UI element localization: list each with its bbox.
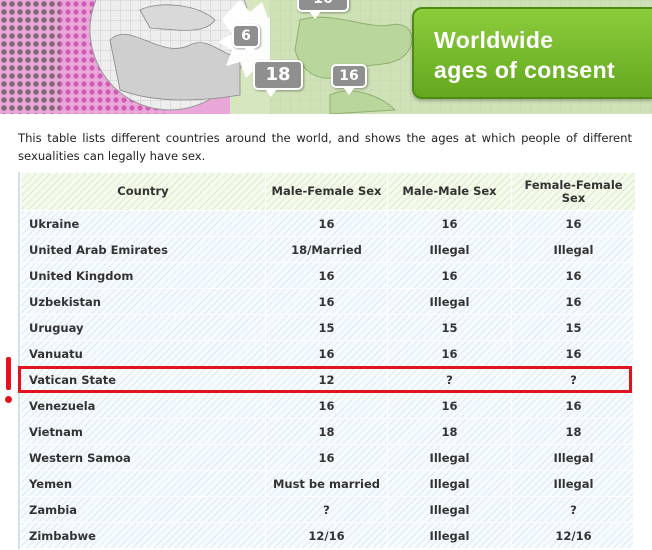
cell-male-female: 16: [265, 262, 388, 289]
cell-male-female: 16: [265, 444, 388, 471]
cell-male-female: 16: [265, 392, 388, 419]
table-row: Ukraine 16 16 16: [20, 210, 636, 237]
cell-male-female: ?: [265, 496, 388, 523]
header-male-female: Male-Female Sex: [265, 172, 388, 211]
table-row: Western Samoa 16 Illegal Illegal: [20, 444, 636, 471]
cell-male-female: 16: [265, 210, 388, 237]
cell-male-male: ?: [387, 366, 512, 393]
table-row-highlighted: Vatican State 12??: [20, 366, 636, 393]
cell-male-male: 16: [387, 392, 512, 419]
cell-female-female: ?: [511, 496, 636, 523]
cell-female-female: Illegal: [511, 236, 636, 263]
cell-male-female: 12: [265, 366, 388, 393]
cell-female-female: 16: [511, 392, 636, 419]
cell-country: Western Samoa: [20, 444, 266, 471]
intro-text: This table lists different countries aro…: [18, 131, 632, 163]
cell-male-male: Illegal: [387, 444, 512, 471]
cell-country: Uruguay: [20, 314, 266, 341]
cell-country: United Arab Emirates: [20, 236, 266, 263]
cell-country: Uzbekistan: [20, 288, 266, 315]
cell-male-male: 16: [387, 340, 512, 367]
table-row: United Arab Emirates 18/Married Illegal Ill…: [20, 236, 636, 263]
cell-female-female: 18: [511, 418, 636, 445]
table-row: Zimbabwe 12/16 Illegal 12/16: [20, 522, 636, 549]
age-bubble-18: 18: [253, 60, 303, 97]
cell-male-male: 15: [387, 314, 512, 341]
cell-male-male: 18: [387, 418, 512, 445]
table-row: Uzbekistan 16 Illegal 16: [20, 288, 636, 315]
consent-table-container: Country Male-Female Sex Male-Male Sex Fe…: [18, 172, 636, 549]
cell-male-male: Illegal: [387, 236, 512, 263]
table-row: Vietnam 18 18 18: [20, 418, 636, 445]
table-row: Yemen Must be married Illegal Illegal: [20, 470, 636, 497]
cell-country: Ukraine: [20, 210, 266, 237]
cell-male-male: Illegal: [387, 470, 512, 497]
table-header-row: Country Male-Female Sex Male-Male Sex Fe…: [20, 172, 636, 211]
table-row: United Kingdom 16 16 16: [20, 262, 636, 289]
cell-country: Zambia: [20, 496, 266, 523]
banner-title-line1: Worldwide: [434, 27, 554, 53]
banner-title-line2: ages of consent: [434, 57, 616, 83]
header-male-male: Male-Male Sex: [387, 172, 512, 211]
cell-country: Yemen: [20, 470, 266, 497]
cell-female-female: ?: [511, 366, 636, 393]
cell-male-female: 16: [265, 340, 388, 367]
cell-male-female: Must be married: [265, 470, 388, 497]
table-row: Uruguay 15 15 15: [20, 314, 636, 341]
age-bubble-6: 6: [232, 24, 260, 55]
cell-female-female: Illegal: [511, 444, 636, 471]
age-bubble-top: 16: [297, 0, 349, 19]
banner-title: Worldwide ages of consent: [412, 7, 652, 99]
exclamation-icon: [4, 357, 14, 409]
exclamation-dot: [5, 396, 12, 403]
cell-male-female: 18: [265, 418, 388, 445]
cell-female-female: 16: [511, 340, 636, 367]
header-country: Country: [20, 172, 266, 211]
cell-country: Zimbabwe: [20, 522, 266, 549]
cell-male-male: 16: [387, 262, 512, 289]
consent-table: Country Male-Female Sex Male-Male Sex Fe…: [20, 172, 636, 549]
exclamation-bar: [6, 357, 11, 390]
cell-male-female: 16: [265, 288, 388, 315]
cell-female-female: 12/16: [511, 522, 636, 549]
cell-male-male: Illegal: [387, 496, 512, 523]
cell-male-male: Illegal: [387, 288, 512, 315]
table-row: Zambia? Illegal?: [20, 496, 636, 523]
cell-country: United Kingdom: [20, 262, 266, 289]
cell-female-female: 15: [511, 314, 636, 341]
cell-male-female: 18/Married: [265, 236, 388, 263]
cell-country: Vanuatu: [20, 340, 266, 367]
header-banner: 16 6 18 16 Worldwide ages of consent: [0, 0, 652, 114]
cell-female-female: 16: [511, 262, 636, 289]
table-row: Vanuatu 16 16 16: [20, 340, 636, 367]
cell-female-female: Illegal: [511, 470, 636, 497]
cell-male-male: Illegal: [387, 522, 512, 549]
cell-male-female: 15: [265, 314, 388, 341]
header-female-female: Female-Female Sex: [511, 172, 636, 211]
cell-female-female: 16: [511, 210, 636, 237]
cell-country: Vietnam: [20, 418, 266, 445]
cell-country: Vatican State: [20, 366, 266, 393]
cell-country: Venezuela: [20, 392, 266, 419]
age-bubble-16: 16: [331, 64, 367, 95]
table-body: Ukraine 16 16 16 United Arab Emirates 18/Mar…: [20, 210, 636, 549]
cell-male-male: 16: [387, 210, 512, 237]
cell-female-female: 16: [511, 288, 636, 315]
cell-male-female: 12/16: [265, 522, 388, 549]
table-row: Venezuela 16 16 16: [20, 392, 636, 419]
